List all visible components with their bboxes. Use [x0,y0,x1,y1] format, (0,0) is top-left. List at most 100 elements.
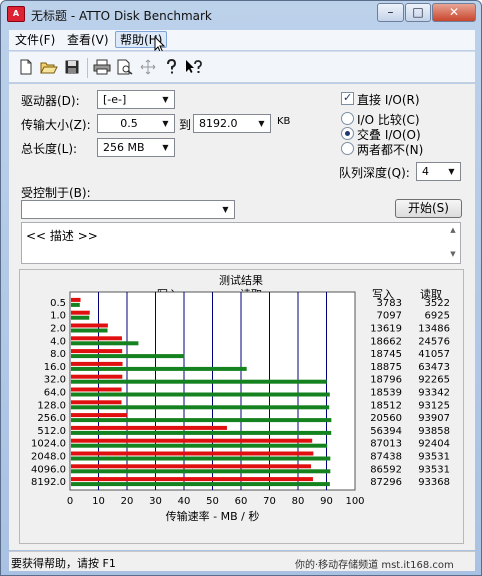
status-bar: 要获得帮助，请按 F1 你的·移动存储频道 mst.it168.com [9,551,475,571]
transfer-to-value: 8192.0 [199,117,238,130]
write-value-label: 56394 [370,426,402,437]
queue-depth-value: 4 [422,165,429,178]
write-bar [71,387,122,392]
write-value-label: 87296 [370,477,402,488]
x-tick-label: 70 [263,496,276,507]
toolbar-separator [87,58,88,78]
read-value-label: 13486 [418,324,450,335]
title-bar[interactable]: A 无标题 - ATTO Disk Benchmark – □ ✕ [1,1,481,29]
open-folder-icon[interactable] [40,59,58,77]
direct-io-label[interactable]: 直接 I/O(R) [357,91,420,108]
y-tick-label: 2.0 [50,324,66,335]
write-value-label: 18512 [370,400,402,411]
maximize-button[interactable]: □ [405,3,431,22]
read-bar [71,328,108,333]
read-value-label: 41057 [418,349,450,360]
write-value-label: 18796 [370,375,402,386]
overlapped-io-radio[interactable] [341,127,354,140]
read-bar [71,456,331,461]
toolbar [9,51,475,83]
new-document-icon[interactable] [17,59,35,77]
write-bar [71,297,81,302]
write-bar [71,413,128,418]
neither-label[interactable]: 两者都不(N) [357,141,423,158]
y-tick-label: 8.0 [50,349,66,360]
read-value-label: 93125 [418,400,450,411]
write-value-label: 7097 [377,311,402,322]
queue-depth-select[interactable]: 4 ▼ [416,162,461,181]
save-disk-icon[interactable] [63,59,81,77]
read-value-label: 93531 [418,452,450,463]
transfer-from-select[interactable]: 0.5 ▼ [97,114,175,133]
chevron-down-icon: ▼ [258,119,265,128]
write-value-label: 3783 [377,298,402,309]
benchmark-form: 驱动器(D): [-e-] ▼ 传输大小(Z): 0.5 ▼ 到 8192.0 … [9,84,475,550]
kb-unit-label: KB [277,116,291,127]
read-bar [71,366,247,371]
write-value-label: 13619 [370,324,402,335]
test-results-panel: 测试结果写入读取写入读取0102030405060708090100传输速率 -… [19,269,464,544]
read-bar [71,482,330,487]
y-tick-label: 0.5 [50,298,66,309]
menu-bar: 文件(F) 查看(V) 帮助(H) [9,30,475,54]
read-value-label: 24576 [418,336,450,347]
read-bar [71,302,80,307]
to-label: 到 [179,118,192,132]
write-bar [71,310,90,315]
help-question-icon[interactable] [162,58,180,77]
x-tick-label: 30 [149,496,162,507]
io-compare-radio[interactable] [341,112,354,125]
read-value-label: 93858 [418,426,450,437]
menu-view[interactable]: 查看(V) [63,32,113,49]
read-bar [71,392,330,397]
write-bar [71,425,227,430]
write-value-label: 18745 [370,349,402,360]
read-value-label: 63473 [418,362,450,373]
status-help-text: 要获得帮助，请按 F1 [11,557,116,570]
x-tick-label: 40 [178,496,191,507]
start-button[interactable]: 开始(S) [395,199,462,218]
close-button[interactable]: ✕ [432,3,476,22]
read-value-label: 6925 [425,311,450,322]
y-tick-label: 16.0 [44,362,66,373]
transfer-to-select[interactable]: 8192.0 ▼ [193,114,271,133]
minimize-button[interactable]: – [377,3,404,22]
drive-label: 驱动器(D): [21,94,80,108]
menu-file[interactable]: 文件(F) [11,32,59,49]
move-arrows-icon[interactable] [139,59,157,77]
print-icon[interactable] [93,59,111,77]
read-bar [71,418,332,423]
transfer-from-value: 0.5 [120,117,138,130]
drive-select[interactable]: [-e-] ▼ [97,90,175,109]
write-bar [71,349,123,354]
x-tick-label: 90 [320,496,333,507]
description-textarea[interactable]: << 描述 >> ▲ ▼ [21,222,461,264]
context-help-icon[interactable] [185,59,203,77]
write-bar [71,400,122,405]
write-bar [71,323,108,328]
transfer-size-label: 传输大小(Z): [21,118,91,132]
read-bar [71,430,332,435]
write-value-label: 18662 [370,336,402,347]
scroll-down-icon[interactable]: ▼ [448,250,458,260]
y-tick-label: 1024.0 [31,439,66,450]
write-value-label: 86592 [370,464,402,475]
scroll-up-icon[interactable]: ▲ [448,226,458,236]
x-tick-label: 10 [92,496,105,507]
y-tick-label: 32.0 [44,375,66,386]
read-bar [71,341,139,346]
direct-io-checkbox[interactable] [341,91,354,105]
read-bar [71,354,185,359]
read-bar [71,379,327,384]
neither-radio[interactable] [341,142,354,155]
print-preview-icon[interactable] [116,59,134,77]
chart-title: 测试结果 [219,274,263,287]
x-tick-label: 80 [292,496,305,507]
controlled-by-select[interactable]: ▼ [21,200,235,219]
chevron-down-icon: ▼ [222,205,229,214]
read-bar [71,469,331,474]
chevron-down-icon: ▼ [162,119,169,128]
y-tick-label: 512.0 [37,426,66,437]
total-length-value: 256 MB [103,141,145,154]
total-length-select[interactable]: 256 MB ▼ [97,138,175,157]
